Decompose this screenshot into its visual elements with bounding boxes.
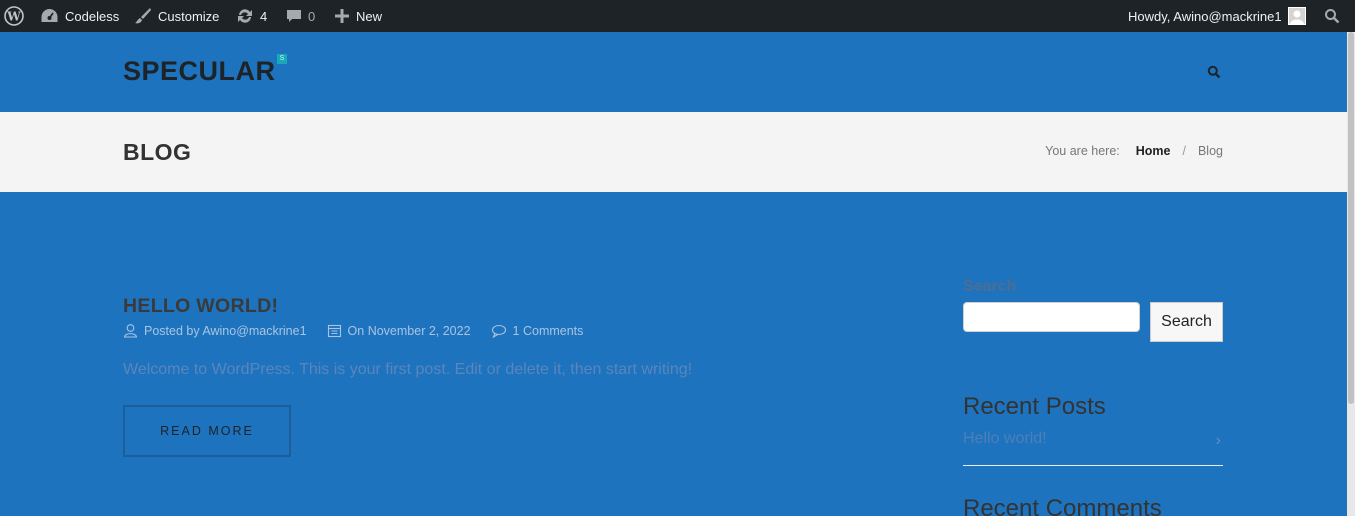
- comment-bubble-icon: [287, 10, 301, 22]
- updates-count: 4: [260, 8, 268, 24]
- page-title: BLOG: [123, 139, 192, 165]
- post-meta: Posted by Awino@mackrine1 On November 2,…: [123, 323, 603, 338]
- post-date: On November 2, 2022: [327, 323, 471, 338]
- recent-comments-title: Recent Comments: [963, 495, 1162, 516]
- comment-icon: [491, 324, 506, 338]
- breadcrumb: You are here: Home / Blog: [1045, 144, 1223, 158]
- site-header: SPECULAR S: [0, 32, 1347, 112]
- avatar: [1287, 7, 1306, 25]
- svg-text:W: W: [6, 10, 21, 24]
- comments-menu[interactable]: 0: [286, 0, 315, 32]
- breadcrumb-separator: /: [1182, 144, 1186, 158]
- sidebar-search-button[interactable]: Search: [1150, 302, 1223, 342]
- new-label: New: [356, 8, 383, 24]
- site-logo[interactable]: SPECULAR: [123, 56, 276, 87]
- breadcrumb-prefix: You are here:: [1045, 144, 1120, 158]
- greeting-text: Howdy, Awino@mackrine1: [1128, 8, 1282, 24]
- comments-count: 0: [308, 8, 316, 24]
- post-author-text[interactable]: Posted by Awino@mackrine1: [144, 324, 307, 338]
- post-comments-text[interactable]: 1 Comments: [513, 324, 584, 338]
- breadcrumb-home-link[interactable]: Home: [1136, 144, 1171, 158]
- page-title-bar: BLOG You are here: Home / Blog: [0, 112, 1347, 192]
- updates-icon: [238, 9, 252, 23]
- dashboard-icon: [41, 9, 58, 22]
- user-icon: [123, 324, 138, 338]
- site-name-menu[interactable]: Codeless: [40, 0, 119, 32]
- recent-posts-title: Recent Posts: [963, 393, 1106, 420]
- post-excerpt: Welcome to WordPress. This is your first…: [123, 361, 693, 378]
- post-author: Posted by Awino@mackrine1: [123, 323, 307, 338]
- logo-badge: S: [277, 54, 287, 64]
- brush-icon: [135, 8, 151, 24]
- chevron-right-icon: ›: [1215, 432, 1221, 449]
- post-title-link[interactable]: HELLO WORLD!: [123, 295, 278, 318]
- page-scrollbar[interactable]: [1347, 32, 1355, 516]
- sidebar-search-input[interactable]: [963, 302, 1140, 332]
- admin-bar: W Codeless Customize 4 0 New Howdy, Awin…: [0, 0, 1355, 32]
- read-more-button[interactable]: READ MORE: [123, 405, 291, 457]
- recent-post-link[interactable]: Hello world!: [963, 430, 1047, 447]
- scrollbar-thumb[interactable]: [1348, 32, 1354, 404]
- recent-post-item[interactable]: Hello world! ›: [963, 430, 1223, 466]
- wordpress-logo-icon[interactable]: W: [4, 0, 24, 32]
- new-content-menu[interactable]: New: [334, 0, 382, 32]
- updates-menu[interactable]: 4: [236, 0, 267, 32]
- plus-icon: [335, 9, 349, 23]
- my-account-menu[interactable]: Howdy, Awino@mackrine1: [1128, 0, 1306, 32]
- sidebar-search-title: Search: [963, 278, 1017, 295]
- customize-menu[interactable]: Customize: [134, 0, 219, 32]
- post-comments: 1 Comments: [491, 324, 584, 338]
- header-search-icon[interactable]: [1207, 65, 1221, 84]
- post-date-text: On November 2, 2022: [347, 323, 471, 338]
- breadcrumb-current: Blog: [1197, 144, 1223, 158]
- customize-label: Customize: [158, 8, 220, 24]
- site-name-label: Codeless: [65, 8, 120, 24]
- adminbar-search-icon[interactable]: [1324, 0, 1340, 32]
- calendar-icon: [327, 324, 341, 338]
